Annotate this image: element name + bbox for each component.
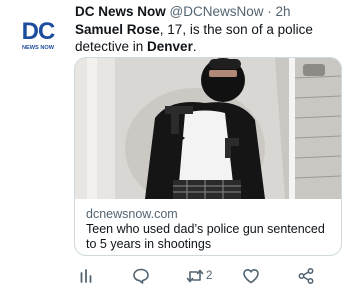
card-domain[interactable]: dcnewsnow.com [86, 207, 178, 222]
tweet-text-name: Samuel Rose [75, 22, 160, 37]
link-card[interactable]: dcnewsnow.com Teen who used dad’s police… [74, 57, 342, 256]
retweet-count: 2 [206, 270, 213, 282]
analytics-button[interactable] [78, 266, 96, 286]
share-button[interactable] [297, 266, 315, 286]
avatar[interactable]: DC NEWS NOW [18, 16, 58, 56]
reply-button[interactable] [132, 266, 150, 286]
heart-icon [243, 269, 259, 284]
card-image[interactable] [75, 58, 341, 199]
svg-text:DC: DC [22, 18, 55, 45]
bar-chart-icon [80, 269, 92, 283]
like-button[interactable] [242, 266, 260, 286]
display-name[interactable]: DC News Now [75, 4, 166, 19]
timestamp[interactable]: 2h [276, 4, 291, 19]
tweet-text: Samuel Rose, 17, is the son of a police … [75, 21, 343, 55]
tweet-actions: 2 [72, 266, 342, 286]
retweet-button[interactable]: 2 [186, 266, 212, 286]
speech-bubble-icon [133, 268, 149, 284]
tweet-text-end: . [192, 39, 197, 54]
dc-news-now-logo: DC NEWS NOW [18, 16, 58, 56]
handle[interactable]: @DCNewsNow [170, 4, 264, 19]
retweet-arrows-icon [186, 269, 204, 283]
tweet-header: DC News Now @DCNewsNow · 2h [75, 4, 291, 20]
svg-text:NEWS NOW: NEWS NOW [22, 45, 55, 51]
separator: · [267, 4, 272, 19]
masked-person-photo [75, 58, 341, 199]
tweet-text-city: Denver [147, 39, 193, 54]
share-nodes-icon [298, 268, 314, 284]
card-title[interactable]: Teen who used dad’s police gun sentenced… [86, 222, 336, 252]
